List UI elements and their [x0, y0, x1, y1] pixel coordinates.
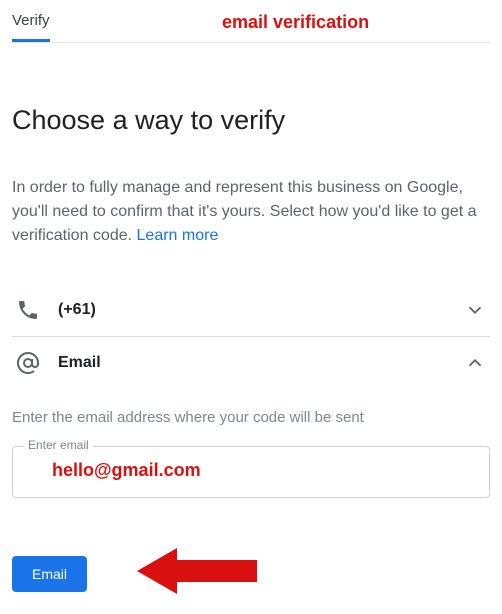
option-phone-label: (+61) — [58, 301, 464, 319]
option-email-label: Email — [58, 354, 464, 372]
tab-verify[interactable]: Verify — [12, 12, 50, 42]
email-field[interactable] — [12, 446, 490, 498]
email-helper-text: Enter the email address where your code … — [12, 409, 490, 426]
annotation-arrow-icon — [137, 546, 257, 601]
learn-more-link[interactable]: Learn more — [137, 227, 219, 244]
option-phone[interactable]: (+61) — [12, 284, 490, 336]
chevron-up-icon — [464, 352, 486, 374]
chevron-down-icon — [464, 299, 486, 321]
verification-options: (+61) Email — [12, 284, 490, 389]
page-description: In order to fully manage and represent t… — [12, 176, 490, 248]
description-text: In order to fully manage and represent t… — [12, 179, 477, 244]
email-submit-button[interactable]: Email — [12, 556, 87, 592]
email-input-wrap: Enter email hello@gmail.com — [12, 446, 490, 498]
option-email[interactable]: Email — [12, 337, 490, 389]
divider — [12, 42, 490, 43]
at-sign-icon — [16, 351, 40, 375]
phone-icon — [16, 298, 40, 322]
page-title: Choose a way to verify — [12, 105, 490, 136]
annotation-title: email verification — [222, 12, 369, 33]
email-input-legend: Enter email — [24, 438, 93, 452]
